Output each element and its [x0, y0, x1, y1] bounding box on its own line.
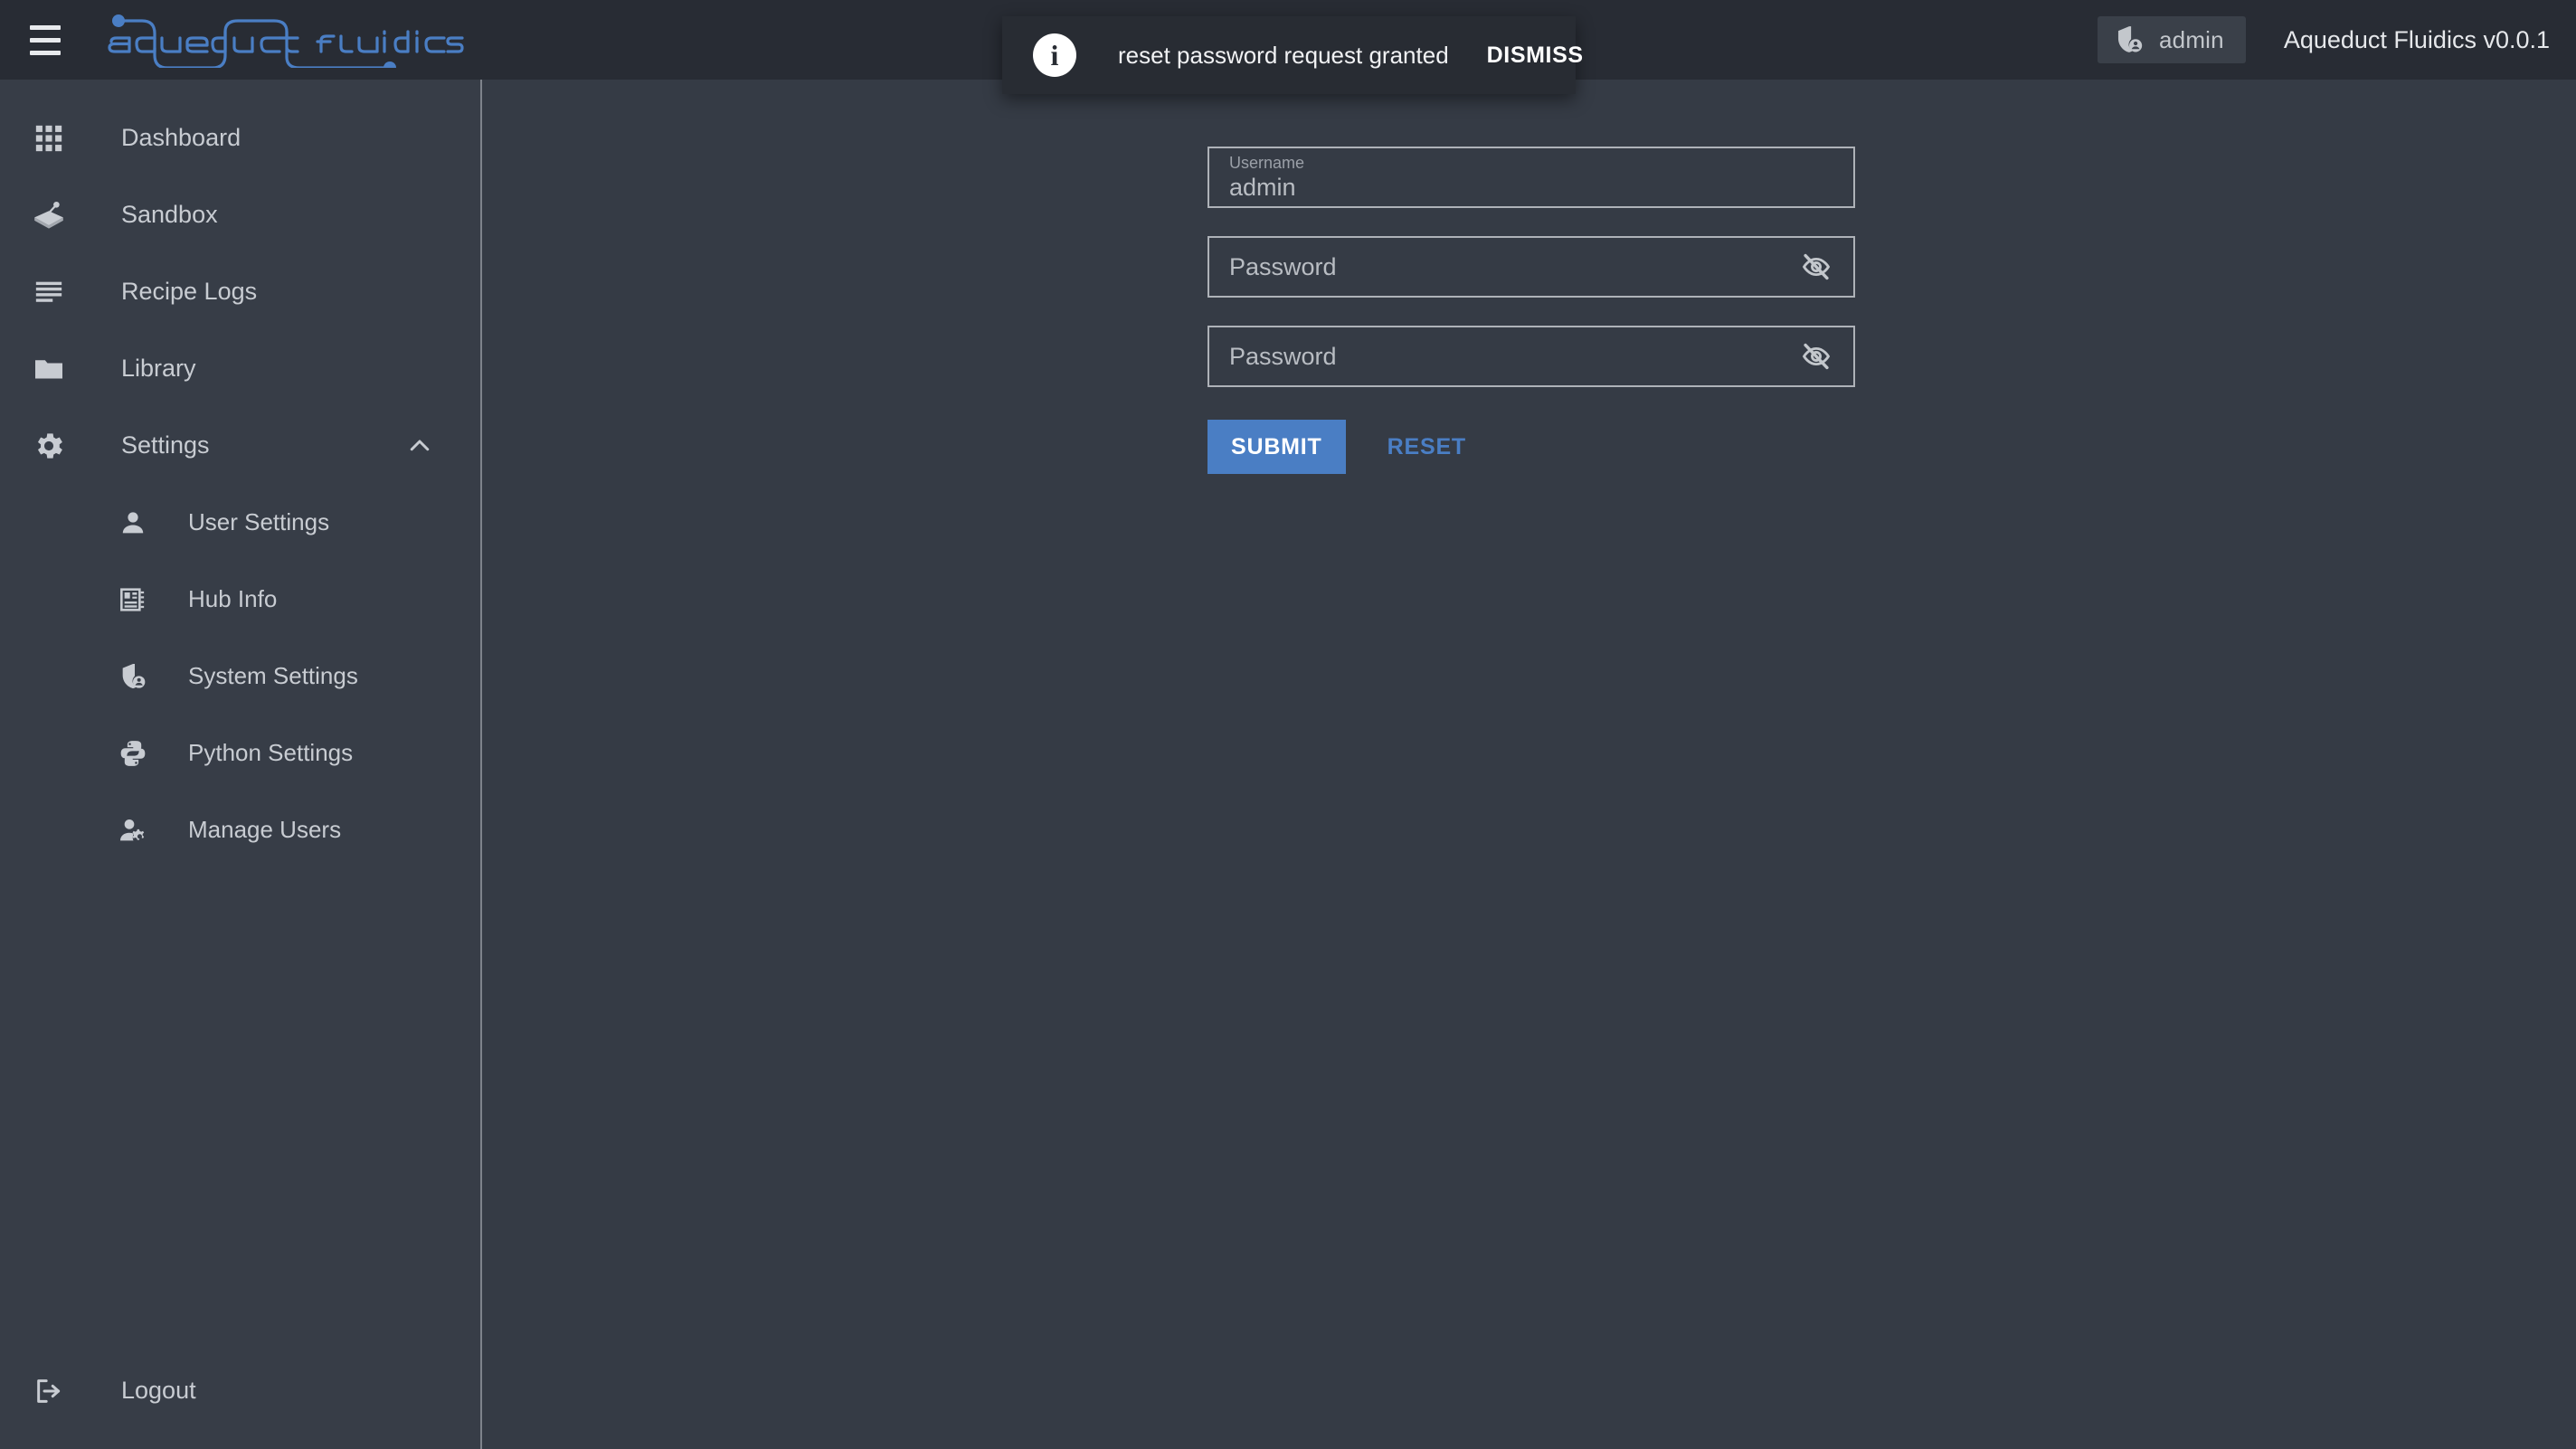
sidebar-nav: Dashboard Sandbox Recipe Logs Library Se… [0, 80, 482, 1449]
hamburger-bar [30, 24, 61, 30]
sidebar-item-settings[interactable]: Settings [0, 407, 480, 484]
password-field-placeholder: Password [1229, 252, 1337, 280]
sidebar-item-manage-users[interactable]: Manage Users [0, 791, 480, 868]
form-actions: SUBMIT RESET [1208, 420, 1855, 474]
folder-icon [24, 353, 74, 385]
sidebar-item-python-settings[interactable]: Python Settings [0, 715, 480, 791]
sidebar-item-user-settings[interactable]: User Settings [0, 484, 480, 561]
sidebar-item-dashboard[interactable]: Dashboard [0, 99, 480, 176]
log-lines-icon [24, 277, 74, 308]
password-field[interactable]: Password [1208, 236, 1855, 298]
sidebar-item-label: User Settings [188, 508, 330, 535]
logout-arrow-icon [24, 1376, 74, 1406]
snackbar-dismiss-button[interactable]: DISMISS [1487, 43, 1584, 69]
grid-apps-icon [24, 123, 74, 154]
eye-off-icon[interactable] [1795, 246, 1837, 288]
app-root: admin Aqueduct Fluidics v0.0.1 i reset p… [0, 0, 2576, 1449]
python-logo-icon [112, 739, 154, 768]
password-confirm-field-placeholder: Password [1229, 342, 1337, 370]
person-gear-icon [112, 816, 154, 845]
hub-card-icon [112, 585, 154, 614]
sidebar-item-label: Sandbox [121, 201, 218, 228]
sidebar-item-sandbox[interactable]: Sandbox [0, 176, 480, 253]
username-field-label: Username [1229, 154, 1305, 172]
sidebar-item-label: Manage Users [188, 816, 342, 843]
hamburger-bar [30, 37, 61, 43]
sidebar-item-label: Library [121, 355, 196, 382]
sidebar-primary-list: Dashboard Sandbox Recipe Logs Library Se… [0, 80, 480, 868]
hamburger-menu-icon[interactable] [22, 16, 69, 63]
sidebar-item-hub-info[interactable]: Hub Info [0, 561, 480, 638]
snackbar-toast: i reset password request granted DISMISS [1002, 16, 1583, 94]
app-version-label: Aqueduct Fluidics v0.0.1 [2283, 25, 2550, 53]
sidebar-item-library[interactable]: Library [0, 330, 480, 407]
info-circle-icon: i [1033, 33, 1076, 77]
gear-icon [24, 429, 74, 463]
header-right-group: admin Aqueduct Fluidics v0.0.1 [2098, 16, 2576, 63]
shield-account-icon [112, 662, 154, 691]
password-confirm-field[interactable]: Password [1208, 326, 1855, 387]
shield-account-icon [2117, 26, 2143, 52]
snackbar-message: reset password request granted [1118, 41, 1449, 69]
user-chip-label: admin [2159, 25, 2224, 53]
sidebar-item-logout[interactable]: Logout [0, 1352, 480, 1429]
sidebar-item-label: Logout [121, 1377, 196, 1404]
sidebar-item-label: System Settings [188, 662, 358, 689]
sidebar-item-system-settings[interactable]: System Settings [0, 638, 480, 715]
username-field[interactable]: Username admin [1208, 147, 1855, 208]
sandbox-shovel-icon [24, 198, 74, 232]
sidebar-item-label: Dashboard [121, 124, 242, 151]
sidebar-item-label: Settings [121, 431, 210, 459]
chevron-up-icon[interactable] [406, 432, 433, 459]
brand-logo[interactable] [102, 12, 464, 68]
user-chip-admin[interactable]: admin [2098, 16, 2246, 63]
person-icon [112, 508, 154, 537]
hamburger-bar [30, 50, 61, 55]
submit-button[interactable]: SUBMIT [1208, 420, 1346, 474]
username-field-value: admin [1229, 174, 1296, 201]
sidebar-item-label: Python Settings [188, 739, 354, 766]
main-content: Username admin Password Password SUBMIT … [484, 80, 2576, 1449]
sidebar-item-label: Hub Info [188, 585, 278, 612]
sidebar-item-recipe-logs[interactable]: Recipe Logs [0, 253, 480, 330]
aqueduct-fluidics-logo-icon [108, 14, 464, 68]
sidebar-item-label: Recipe Logs [121, 278, 258, 305]
eye-off-icon[interactable] [1795, 336, 1837, 377]
reset-password-form: Username admin Password Password SUBMIT … [1208, 147, 1855, 474]
reset-button[interactable]: RESET [1387, 434, 1466, 460]
